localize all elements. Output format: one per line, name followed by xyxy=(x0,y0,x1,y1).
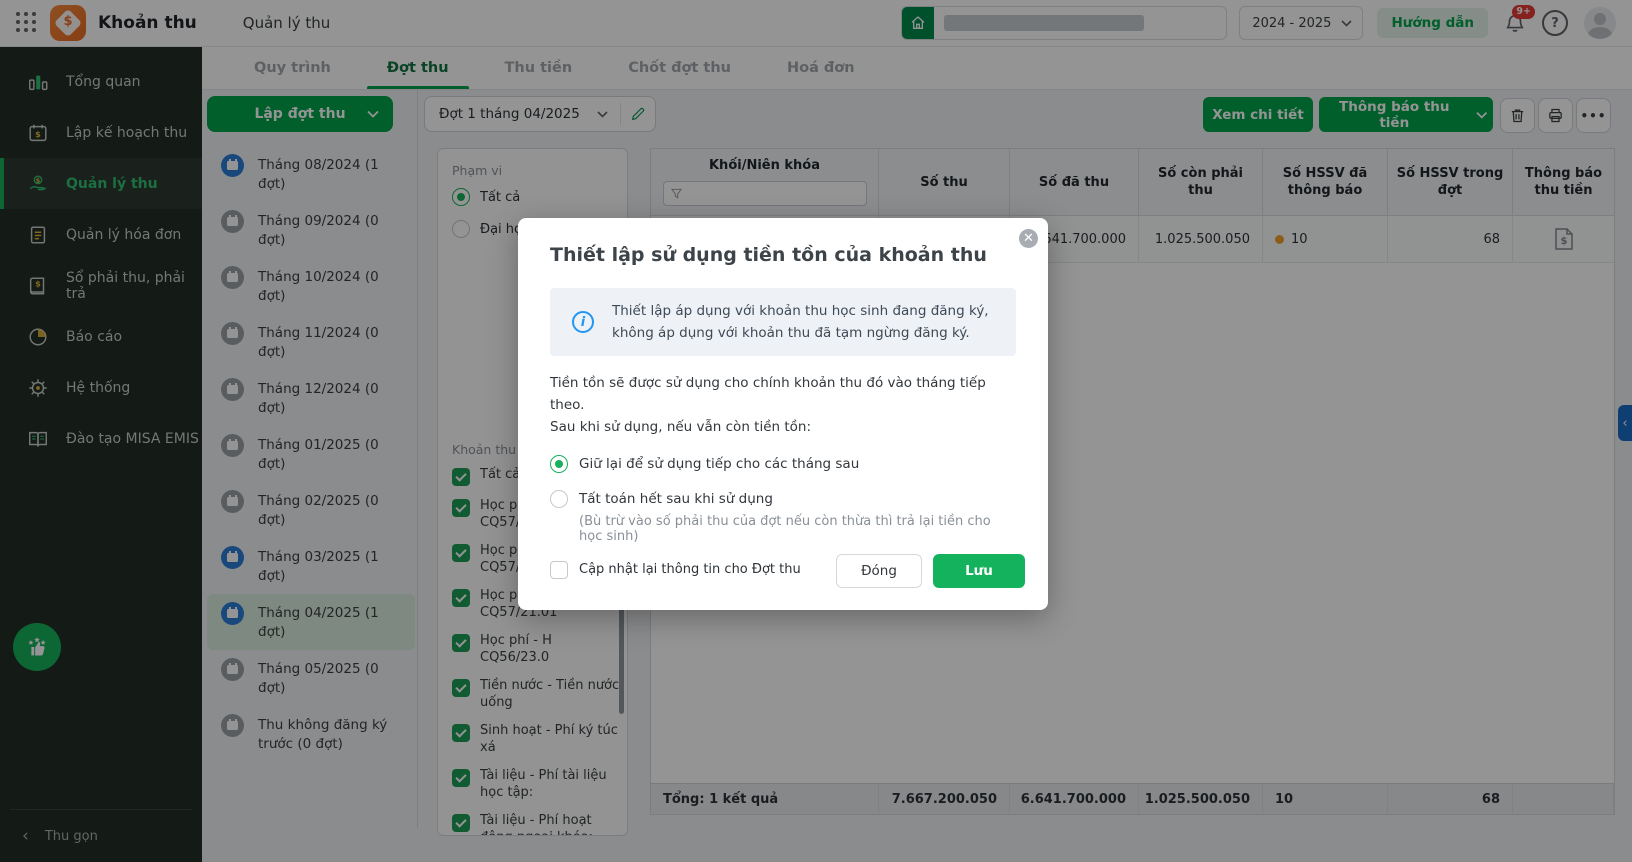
option-settle-note: (Bù trừ vào số phải thu của đợt nếu còn … xyxy=(579,514,991,544)
option-settle-all[interactable]: Tất toán hết sau khi sử dụng xyxy=(550,490,1016,508)
close-icon[interactable]: ✕ xyxy=(1019,229,1038,248)
radio-unselected xyxy=(550,490,568,508)
settings-modal: ✕ Thiết lập sử dụng tiền tồn của khoản t… xyxy=(518,218,1048,610)
app-window: $ Khoản thu Quản lý thu 2024 - 2025 Hướn… xyxy=(0,0,1632,862)
modal-title: Thiết lập sử dụng tiền tồn của khoản thu xyxy=(550,244,987,266)
modal-info-text: Thiết lập áp dụng với khoản thu học sinh… xyxy=(612,303,989,341)
radio-selected xyxy=(550,455,568,473)
save-button[interactable]: Lưu xyxy=(933,554,1025,588)
option-keep-balance[interactable]: Giữ lại để sử dụng tiếp cho các tháng sa… xyxy=(550,455,1016,473)
modal-description: Tiền tồn sẽ được sử dụng cho chính khoản… xyxy=(550,375,986,435)
checkbox-unchecked xyxy=(550,561,568,579)
modal-info-box: i Thiết lập áp dụng với khoản thu học si… xyxy=(550,288,1016,356)
close-button[interactable]: Đóng xyxy=(836,554,922,588)
modal-buttons: Đóng Lưu xyxy=(836,554,1025,588)
info-icon: i xyxy=(572,311,594,333)
